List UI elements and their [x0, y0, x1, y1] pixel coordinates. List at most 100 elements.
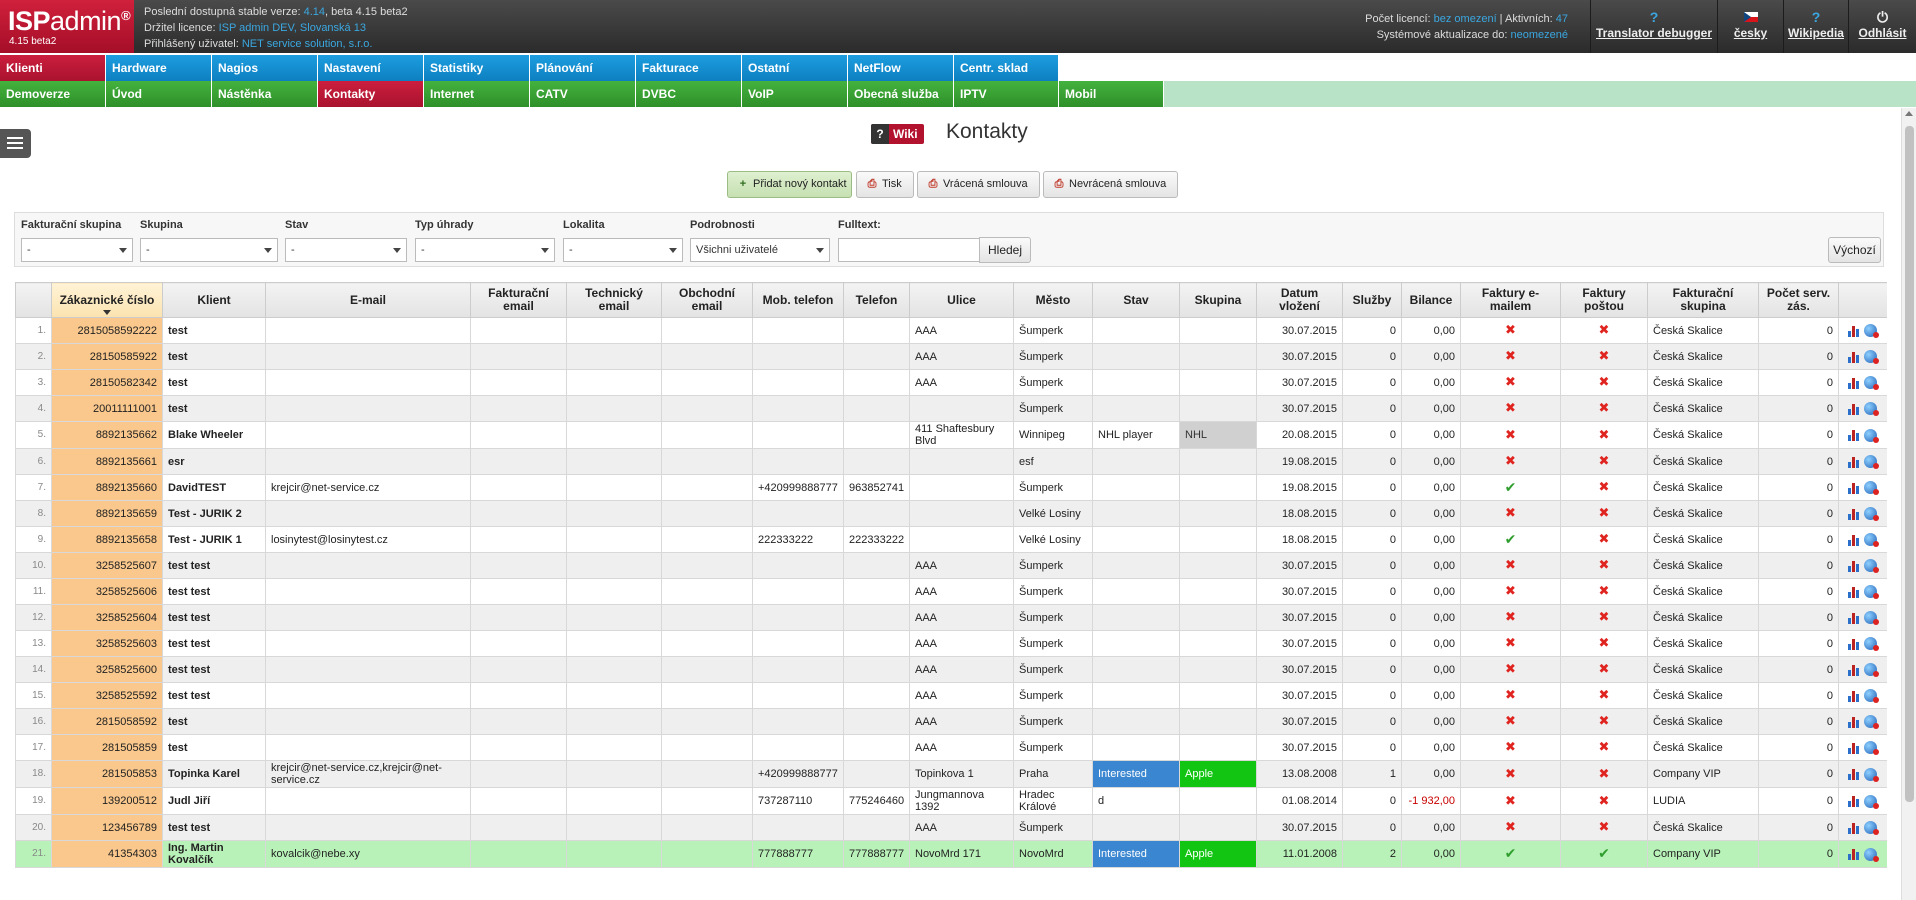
column-mobile[interactable]: Mob. telefon	[752, 282, 844, 318]
client-cell[interactable]: Test - JURIK 1	[162, 526, 266, 553]
network-icon[interactable]	[1864, 376, 1879, 390]
network-icon[interactable]	[1864, 324, 1879, 338]
table-row[interactable]: 12. 3258525604 test test AAA Šumperk 30.07.20…	[15, 604, 1887, 631]
network-icon[interactable]	[1864, 637, 1879, 651]
client-cell[interactable]: Topinka Karel	[162, 760, 266, 788]
column-status[interactable]: Stav	[1092, 282, 1180, 318]
table-row[interactable]: 14. 3258525600 test test AAA Šumperk 30.07.20…	[15, 656, 1887, 683]
billing-group-select[interactable]: -	[21, 238, 133, 262]
statistics-icon[interactable]	[1848, 848, 1860, 860]
customer-number-cell[interactable]: 3258525592	[51, 682, 163, 709]
client-cell[interactable]: test	[162, 395, 266, 422]
table-row[interactable]: 19. 139200512 Judl Jiří 737287110 775246460 J…	[15, 787, 1887, 815]
column-group[interactable]: Skupina	[1179, 282, 1257, 318]
statistics-icon[interactable]	[1848, 612, 1860, 624]
column-technical-email[interactable]: Technický email	[566, 282, 662, 318]
table-row[interactable]: 5. 8892135662 Blake Wheeler 411 Shaftesbury…	[15, 421, 1887, 449]
client-cell[interactable]: test	[162, 734, 266, 761]
menu-item-nastenka[interactable]: Nástěnka	[212, 81, 318, 107]
table-row[interactable]: 3. 28150582342 test AAA Šumperk 30.07.2015 0 0,…	[15, 369, 1887, 396]
network-icon[interactable]	[1864, 663, 1879, 677]
statistics-icon[interactable]	[1848, 560, 1860, 572]
network-icon[interactable]	[1864, 821, 1879, 835]
menu-item-ostatni[interactable]: Ostatní	[742, 55, 848, 81]
network-icon[interactable]	[1864, 715, 1879, 729]
customer-number-cell[interactable]: 3258525603	[51, 630, 163, 657]
customer-number-cell[interactable]: 3258525600	[51, 656, 163, 683]
sidebar-toggle-button[interactable]	[0, 129, 31, 158]
add-contact-button[interactable]: + Přidat nový kontakt	[727, 171, 852, 198]
statistics-icon[interactable]	[1848, 716, 1860, 728]
wikipedia-link[interactable]: ? Wikipedia	[1783, 0, 1848, 53]
column-billing-group[interactable]: Fakturační skupina	[1647, 282, 1759, 318]
menu-item-fakturace[interactable]: Fakturace	[636, 55, 742, 81]
menu-item-nastaveni[interactable]: Nastavení	[318, 55, 424, 81]
stable-version[interactable]: 4.14	[304, 6, 325, 18]
column-street[interactable]: Ulice	[909, 282, 1014, 318]
client-cell[interactable]: esr	[162, 448, 266, 475]
table-row[interactable]: 9. 8892135658 Test - JURIK 1 losinytest@los…	[15, 526, 1887, 553]
fulltext-input[interactable]	[838, 238, 990, 262]
customer-number-cell[interactable]: 8892135658	[51, 526, 163, 553]
table-row[interactable]: 16. 2815058592 test AAA Šumperk 30.07.2015 0 0,…	[15, 708, 1887, 735]
network-icon[interactable]	[1864, 847, 1879, 862]
menu-item-iptv[interactable]: IPTV	[954, 81, 1059, 107]
translator-debugger-link[interactable]: ? Translator debugger	[1590, 0, 1717, 53]
table-row[interactable]: 1. 2815058592222 test AAA Šumperk 30.07.2015 0…	[15, 317, 1887, 344]
statistics-icon[interactable]	[1848, 325, 1860, 337]
client-cell[interactable]: test test	[162, 814, 266, 841]
print-button[interactable]: ⎙ Tisk	[856, 171, 914, 198]
table-row[interactable]: 6. 8892135661 esr esf 19.08.2015 0 0,00 ✖ ✖ Česká…	[15, 448, 1887, 475]
network-icon[interactable]	[1864, 455, 1879, 469]
statistics-icon[interactable]	[1848, 690, 1860, 702]
statistics-icon[interactable]	[1848, 664, 1860, 676]
column-invoices-email[interactable]: Faktury e-mailem	[1460, 282, 1561, 318]
column-invoices-post[interactable]: Faktury poštou	[1560, 282, 1648, 318]
customer-number-cell[interactable]: 8892135662	[51, 421, 163, 449]
menu-item-klienti[interactable]: Klienti	[0, 55, 106, 81]
search-button[interactable]: Hledej	[979, 237, 1031, 263]
customer-number-cell[interactable]: 2815058592	[51, 708, 163, 735]
network-icon[interactable]	[1864, 507, 1879, 521]
statistics-icon[interactable]	[1848, 403, 1860, 415]
customer-number-cell[interactable]: 8892135661	[51, 448, 163, 475]
customer-number-cell[interactable]: 20011111001	[51, 395, 163, 422]
client-cell[interactable]: test	[162, 369, 266, 396]
client-cell[interactable]: test test	[162, 656, 266, 683]
client-cell[interactable]: test test	[162, 578, 266, 605]
statistics-icon[interactable]	[1848, 351, 1860, 363]
wiki-link[interactable]: ? Wiki	[871, 124, 924, 144]
customer-number-cell[interactable]: 3258525606	[51, 578, 163, 605]
statistics-icon[interactable]	[1848, 795, 1860, 807]
table-row[interactable]: 15. 3258525592 test test AAA Šumperk 30.07.20…	[15, 682, 1887, 709]
statistics-icon[interactable]	[1848, 482, 1860, 494]
details-select[interactable]: Všichni uživatelé	[690, 238, 830, 262]
not-returned-contract-button[interactable]: ⎙ Nevrácená smlouva	[1043, 171, 1178, 198]
column-date-added[interactable]: Datum vložení	[1256, 282, 1343, 318]
table-row[interactable]: 4. 20011111001 test Šumperk 30.07.2015 0 0,00 ✖…	[15, 395, 1887, 422]
statistics-icon[interactable]	[1848, 429, 1860, 441]
table-row[interactable]: 21. 41354303 Ing. Martin Kovalčík kovalcik@…	[15, 840, 1887, 868]
menu-item-kontakty[interactable]: Kontakty	[318, 81, 424, 107]
column-business-email[interactable]: Obchodní email	[661, 282, 753, 318]
locality-select[interactable]: -	[563, 238, 683, 262]
customer-number-cell[interactable]: 2815058592222	[51, 317, 163, 344]
returned-contract-button[interactable]: ⎙ Vrácená smlouva	[917, 171, 1040, 198]
network-icon[interactable]	[1864, 611, 1879, 625]
scroll-thumb[interactable]	[1905, 126, 1914, 802]
app-logo[interactable]: ISPadmin® 4.15 beta2	[0, 0, 134, 53]
network-icon[interactable]	[1864, 533, 1879, 547]
network-icon[interactable]	[1864, 767, 1879, 782]
network-icon[interactable]	[1864, 689, 1879, 703]
column-client[interactable]: Klient	[162, 282, 266, 318]
table-row[interactable]: 8. 8892135659 Test - JURIK 2 Velké Losiny 18…	[15, 500, 1887, 527]
customer-number-cell[interactable]: 8892135660	[51, 474, 163, 501]
table-row[interactable]: 20. 123456789 test test AAA Šumperk 30.07.201…	[15, 814, 1887, 841]
customer-number-cell[interactable]: 139200512	[51, 787, 163, 815]
table-row[interactable]: 18. 281505853 Topinka Karel krejcir@net-ser…	[15, 760, 1887, 788]
page-scrollbar[interactable]	[1901, 108, 1916, 900]
menu-item-statistiky[interactable]: Statistiky	[424, 55, 530, 81]
client-cell[interactable]: test test	[162, 604, 266, 631]
menu-item-internet[interactable]: Internet	[424, 81, 530, 107]
customer-number-cell[interactable]: 28150582342	[51, 369, 163, 396]
